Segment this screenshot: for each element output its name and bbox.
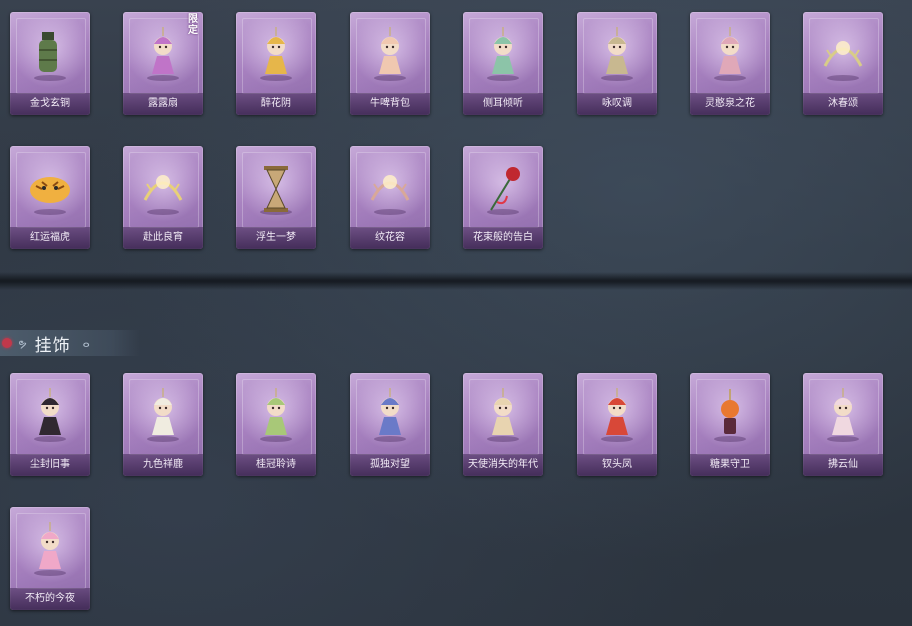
tiger-icon <box>20 156 80 222</box>
item-card[interactable]: 不朽的今夜 <box>10 507 90 610</box>
item-card[interactable]: 赴此良宵 <box>123 146 203 249</box>
laurel-girl-icon <box>246 383 306 449</box>
item-label: 拂云仙 <box>803 454 883 476</box>
item-card[interactable]: 桂冠聆诗 <box>236 373 316 476</box>
phoenix-crown-icon <box>587 383 647 449</box>
deer-icon <box>133 383 193 449</box>
item-label: 天使消失的年代 <box>463 454 543 476</box>
item-card[interactable]: 花束般的告白 <box>463 146 543 249</box>
pumpkin-icon <box>700 383 760 449</box>
antler-icon <box>360 156 420 222</box>
item-label: 金戈玄铜 <box>10 93 90 115</box>
section-title: 挂饰 <box>34 335 71 356</box>
item-card[interactable]: 沐春颂 <box>803 12 883 115</box>
hourglass-icon <box>246 156 306 222</box>
item-card[interactable]: 限定露露扇 <box>123 12 203 115</box>
item-label: 灵憨泉之花 <box>690 93 770 115</box>
item-label: 红运福虎 <box>10 227 90 249</box>
item-label: 咏叹调 <box>577 93 657 115</box>
teacup-icon <box>473 22 533 88</box>
item-label: 糖果守卫 <box>690 454 770 476</box>
item-card[interactable]: 浮生一梦 <box>236 146 316 249</box>
fairy-icon <box>813 383 873 449</box>
item-label: 桂冠聆诗 <box>236 454 316 476</box>
item-label: 钗头凤 <box>577 454 657 476</box>
item-card[interactable]: 天使消失的年代 <box>463 373 543 476</box>
item-label: 纹花容 <box>350 227 430 249</box>
ribbon-icon <box>2 338 12 348</box>
item-label: 露露扇 <box>123 93 203 115</box>
item-label: 牛啤背包 <box>350 93 430 115</box>
item-label: 花束般的告白 <box>463 227 543 249</box>
item-label: 九色祥鹿 <box>123 454 203 476</box>
pink-cat-icon <box>20 517 80 583</box>
item-card[interactable]: 金戈玄铜 <box>10 12 90 115</box>
item-card[interactable]: 孤独对望 <box>350 373 430 476</box>
item-card[interactable]: 侧耳倾听 <box>463 12 543 115</box>
item-card[interactable]: 牛啤背包 <box>350 12 430 115</box>
rose-icon <box>473 156 533 222</box>
item-card[interactable]: 纹花容 <box>350 146 430 249</box>
cow-barrel-icon <box>360 22 420 88</box>
item-card[interactable]: 尘封旧事 <box>10 373 90 476</box>
item-label: 不朽的今夜 <box>10 588 90 610</box>
branch-icon <box>813 22 873 88</box>
item-label: 尘封旧事 <box>10 454 90 476</box>
collection-grid: 金戈玄铜 限定 露露扇 醉花阴 牛啤背包 侧耳倾听 咏叹调 灵憨泉之花 沐春颂 红运福虎 赴此良宵浮… <box>0 0 912 626</box>
item-card[interactable]: 拂云仙 <box>803 373 883 476</box>
swirl-ornament-icon: ⴰ <box>82 336 90 350</box>
item-card[interactable]: 红运福虎 <box>10 146 90 249</box>
bouquet-icon <box>700 22 760 88</box>
crystal-fan-icon <box>133 156 193 222</box>
item-card[interactable]: 糖果守卫 <box>690 373 770 476</box>
item-label: 赴此良宵 <box>123 227 203 249</box>
item-card[interactable]: 醉花阴 <box>236 12 316 115</box>
lantern-icon <box>587 22 647 88</box>
bear-girl-icon <box>133 22 193 88</box>
item-label: 浮生一梦 <box>236 227 316 249</box>
limited-badge: 限定 <box>188 14 198 36</box>
grenade-icon <box>20 22 80 88</box>
item-label: 醉花阴 <box>236 93 316 115</box>
item-label: 孤独对望 <box>350 454 430 476</box>
item-card[interactable]: 钗头凤 <box>577 373 657 476</box>
mirror-charm-icon <box>360 383 420 449</box>
chibi-boy-icon <box>20 383 80 449</box>
item-card[interactable]: 九色祥鹿 <box>123 373 203 476</box>
angel-icon <box>473 383 533 449</box>
item-card[interactable]: 咏叹调 <box>577 12 657 115</box>
item-label: 沐春颂 <box>803 93 883 115</box>
section-header: ຯ 挂饰 ⴰ <box>0 330 140 356</box>
swirl-ornament-icon: ຯ <box>18 336 27 350</box>
item-label: 侧耳倾听 <box>463 93 543 115</box>
flower-lantern-icon <box>246 22 306 88</box>
section-divider <box>0 272 912 290</box>
item-card[interactable]: 灵憨泉之花 <box>690 12 770 115</box>
